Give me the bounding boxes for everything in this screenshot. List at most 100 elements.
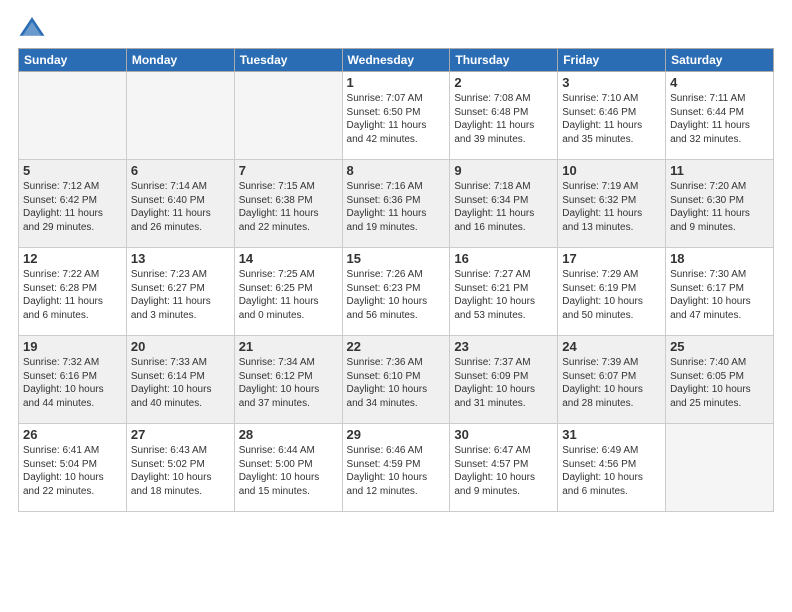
weekday-header-friday: Friday — [558, 49, 666, 72]
day-cell: 5Sunrise: 7:12 AM Sunset: 6:42 PM Daylig… — [19, 160, 127, 248]
day-number: 21 — [239, 339, 338, 354]
day-number: 1 — [347, 75, 446, 90]
day-cell — [666, 424, 774, 512]
day-number: 2 — [454, 75, 553, 90]
day-number: 31 — [562, 427, 661, 442]
day-cell: 13 Sunrise: 7:23 AM Sunset: 6:27 PM Dayli… — [126, 248, 234, 336]
week-row-1: 1 Sunrise: 7:07 AM Sunset: 6:50 PM Daylig… — [19, 72, 774, 160]
day-info: Sunrise: 6:41 AM Sunset: 5:04 PM Dayligh… — [23, 444, 122, 498]
day-info: Sunrise: 6:44 AM Sunset: 5:00 PM Dayligh… — [239, 444, 338, 498]
day-info: Sunrise: 7:40 AM Sunset: 6:05 PM Dayligh… — [670, 356, 769, 410]
day-number: 20 — [131, 339, 230, 354]
weekday-header-row: SundayMondayTuesdayWednesdayThursdayFrid… — [19, 49, 774, 72]
day-cell — [19, 72, 127, 160]
day-number: 23 — [454, 339, 553, 354]
page: SundayMondayTuesdayWednesdayThursdayFrid… — [0, 0, 792, 612]
day-cell: 15 Sunrise: 7:26 AM Sunset: 6:23 PM Dayli… — [342, 248, 450, 336]
day-cell: 14Sunrise: 7:25 AM Sunset: 6:25 PM Dayli… — [234, 248, 342, 336]
day-info: Sunrise: 7:23 AM Sunset: 6:27 PM Dayligh… — [131, 268, 230, 322]
day-number: 8 — [347, 163, 446, 178]
day-cell: 18 Sunrise: 7:30 AM Sunset: 6:17 PM Dayli… — [666, 248, 774, 336]
weekday-header-sunday: Sunday — [19, 49, 127, 72]
calendar-table: SundayMondayTuesdayWednesdayThursdayFrid… — [18, 48, 774, 512]
day-cell: 30Sunrise: 6:47 AM Sunset: 4:57 PM Dayli… — [450, 424, 558, 512]
day-number: 16 — [454, 251, 553, 266]
day-number: 18 — [670, 251, 769, 266]
week-row-5: 26 Sunrise: 6:41 AM Sunset: 5:04 PM Dayli… — [19, 424, 774, 512]
day-cell: 21Sunrise: 7:34 AM Sunset: 6:12 PM Dayli… — [234, 336, 342, 424]
day-info: Sunrise: 7:29 AM Sunset: 6:19 PM Dayligh… — [562, 268, 661, 322]
day-info: Sunrise: 7:20 AM Sunset: 6:30 PM Dayligh… — [670, 180, 769, 234]
day-number: 4 — [670, 75, 769, 90]
day-info: Sunrise: 7:37 AM Sunset: 6:09 PM Dayligh… — [454, 356, 553, 410]
day-cell: 1 Sunrise: 7:07 AM Sunset: 6:50 PM Daylig… — [342, 72, 450, 160]
day-number: 13 — [131, 251, 230, 266]
day-info: Sunrise: 6:46 AM Sunset: 4:59 PM Dayligh… — [347, 444, 446, 498]
day-info: Sunrise: 7:30 AM Sunset: 6:17 PM Dayligh… — [670, 268, 769, 322]
day-info: Sunrise: 7:15 AM Sunset: 6:38 PM Dayligh… — [239, 180, 338, 234]
weekday-header-thursday: Thursday — [450, 49, 558, 72]
day-cell: 27Sunrise: 6:43 AM Sunset: 5:02 PM Dayli… — [126, 424, 234, 512]
day-info: Sunrise: 7:19 AM Sunset: 6:32 PM Dayligh… — [562, 180, 661, 234]
day-cell: 31 Sunrise: 6:49 AM Sunset: 4:56 PM Dayli… — [558, 424, 666, 512]
day-cell: 12 Sunrise: 7:22 AM Sunset: 6:28 PM Dayli… — [19, 248, 127, 336]
week-row-2: 5Sunrise: 7:12 AM Sunset: 6:42 PM Daylig… — [19, 160, 774, 248]
day-info: Sunrise: 7:36 AM Sunset: 6:10 PM Dayligh… — [347, 356, 446, 410]
day-cell: 23 Sunrise: 7:37 AM Sunset: 6:09 PM Dayli… — [450, 336, 558, 424]
day-number: 14 — [239, 251, 338, 266]
day-number: 15 — [347, 251, 446, 266]
day-info: Sunrise: 7:32 AM Sunset: 6:16 PM Dayligh… — [23, 356, 122, 410]
day-cell: 24 Sunrise: 7:39 AM Sunset: 6:07 PM Dayli… — [558, 336, 666, 424]
day-info: Sunrise: 7:22 AM Sunset: 6:28 PM Dayligh… — [23, 268, 122, 322]
day-info: Sunrise: 6:49 AM Sunset: 4:56 PM Dayligh… — [562, 444, 661, 498]
day-info: Sunrise: 6:47 AM Sunset: 4:57 PM Dayligh… — [454, 444, 553, 498]
logo-icon — [18, 14, 46, 42]
day-cell: 25 Sunrise: 7:40 AM Sunset: 6:05 PM Dayli… — [666, 336, 774, 424]
day-number: 9 — [454, 163, 553, 178]
day-number: 28 — [239, 427, 338, 442]
day-info: Sunrise: 7:10 AM Sunset: 6:46 PM Dayligh… — [562, 92, 661, 146]
day-number: 10 — [562, 163, 661, 178]
day-cell: 28 Sunrise: 6:44 AM Sunset: 5:00 PM Dayli… — [234, 424, 342, 512]
day-number: 26 — [23, 427, 122, 442]
logo — [18, 14, 48, 42]
day-number: 29 — [347, 427, 446, 442]
day-number: 3 — [562, 75, 661, 90]
day-info: Sunrise: 7:07 AM Sunset: 6:50 PM Dayligh… — [347, 92, 446, 146]
day-number: 17 — [562, 251, 661, 266]
day-cell — [234, 72, 342, 160]
day-cell: 10 Sunrise: 7:19 AM Sunset: 6:32 PM Dayli… — [558, 160, 666, 248]
weekday-header-wednesday: Wednesday — [342, 49, 450, 72]
day-cell: 29 Sunrise: 6:46 AM Sunset: 4:59 PM Dayli… — [342, 424, 450, 512]
day-cell: 3 Sunrise: 7:10 AM Sunset: 6:46 PM Daylig… — [558, 72, 666, 160]
day-number: 25 — [670, 339, 769, 354]
day-cell: 8 Sunrise: 7:16 AM Sunset: 6:36 PM Daylig… — [342, 160, 450, 248]
day-cell: 9 Sunrise: 7:18 AM Sunset: 6:34 PM Daylig… — [450, 160, 558, 248]
day-cell: 22 Sunrise: 7:36 AM Sunset: 6:10 PM Dayli… — [342, 336, 450, 424]
day-cell: 19 Sunrise: 7:32 AM Sunset: 6:16 PM Dayli… — [19, 336, 127, 424]
header — [18, 10, 774, 42]
day-cell: 6Sunrise: 7:14 AM Sunset: 6:40 PM Daylig… — [126, 160, 234, 248]
day-number: 7 — [239, 163, 338, 178]
weekday-header-saturday: Saturday — [666, 49, 774, 72]
day-number: 19 — [23, 339, 122, 354]
day-number: 11 — [670, 163, 769, 178]
weekday-header-tuesday: Tuesday — [234, 49, 342, 72]
day-cell: 4 Sunrise: 7:11 AM Sunset: 6:44 PM Daylig… — [666, 72, 774, 160]
day-info: Sunrise: 7:39 AM Sunset: 6:07 PM Dayligh… — [562, 356, 661, 410]
day-number: 5 — [23, 163, 122, 178]
day-number: 22 — [347, 339, 446, 354]
day-info: Sunrise: 7:11 AM Sunset: 6:44 PM Dayligh… — [670, 92, 769, 146]
day-number: 27 — [131, 427, 230, 442]
day-number: 24 — [562, 339, 661, 354]
day-number: 12 — [23, 251, 122, 266]
day-info: Sunrise: 7:14 AM Sunset: 6:40 PM Dayligh… — [131, 180, 230, 234]
week-row-4: 19 Sunrise: 7:32 AM Sunset: 6:16 PM Dayli… — [19, 336, 774, 424]
day-info: Sunrise: 7:08 AM Sunset: 6:48 PM Dayligh… — [454, 92, 553, 146]
day-info: Sunrise: 7:16 AM Sunset: 6:36 PM Dayligh… — [347, 180, 446, 234]
day-cell: 17 Sunrise: 7:29 AM Sunset: 6:19 PM Dayli… — [558, 248, 666, 336]
day-info: Sunrise: 7:26 AM Sunset: 6:23 PM Dayligh… — [347, 268, 446, 322]
day-info: Sunrise: 7:18 AM Sunset: 6:34 PM Dayligh… — [454, 180, 553, 234]
day-cell: 26 Sunrise: 6:41 AM Sunset: 5:04 PM Dayli… — [19, 424, 127, 512]
week-row-3: 12 Sunrise: 7:22 AM Sunset: 6:28 PM Dayli… — [19, 248, 774, 336]
